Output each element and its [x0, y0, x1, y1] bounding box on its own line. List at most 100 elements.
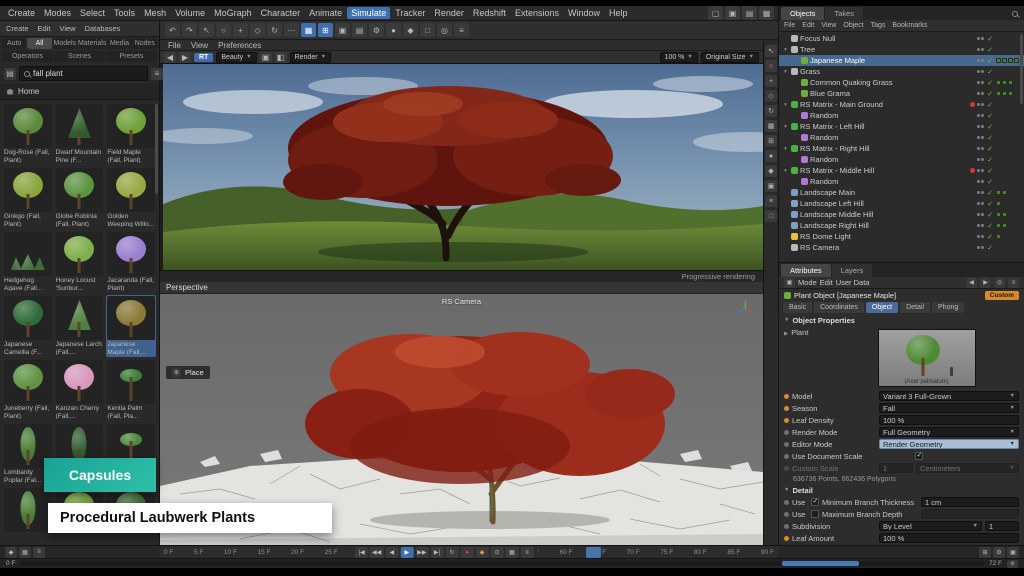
- side-tool-icon[interactable]: ▣: [765, 180, 777, 192]
- expander-icon[interactable]: ▾: [782, 47, 789, 53]
- render-pass-dropdown[interactable]: Beauty▼: [216, 52, 256, 63]
- toolbar-icon[interactable]: ⚙: [369, 23, 384, 37]
- render-mode-dropdown[interactable]: Full Geometry▼: [879, 427, 1019, 437]
- asset-subtab[interactable]: Operators: [2, 51, 53, 62]
- timeline-ruler[interactable]: 0 F5 F10 F15 F20 F25 F30 F35 F40 F45 F50…: [160, 545, 778, 558]
- toolbar-icon[interactable]: ◇: [250, 23, 265, 37]
- layout-icon[interactable]: ▢: [708, 6, 723, 20]
- menu-item[interactable]: Tools: [110, 7, 139, 19]
- nav-back-icon[interactable]: ◀: [966, 278, 977, 288]
- side-tool-icon[interactable]: ⊞: [765, 135, 777, 147]
- side-tool-icon[interactable]: ◇: [765, 90, 777, 102]
- asset-plant-item[interactable]: Kentia Palm (Fall, Pla...: [106, 359, 156, 421]
- zoom-dropdown[interactable]: 100 %▼: [660, 52, 698, 63]
- asset-plant-item[interactable]: Field Maple (Fall, Plant): [106, 103, 156, 165]
- mode-icon[interactable]: ▣: [784, 278, 795, 288]
- visibility-dots[interactable]: [977, 81, 984, 84]
- menu-item[interactable]: Mesh: [140, 7, 170, 19]
- enable-check[interactable]: ✓: [986, 35, 994, 43]
- object-property-tab[interactable]: Phong: [932, 302, 964, 313]
- asset-filter-tab[interactable]: Materials: [78, 38, 106, 49]
- transport-button[interactable]: |◀: [355, 547, 368, 558]
- material-tags[interactable]: [996, 91, 1021, 96]
- object-row[interactable]: Random ✓: [779, 176, 1024, 187]
- menu-item[interactable]: Window: [564, 7, 604, 19]
- enable-check[interactable]: ✓: [986, 112, 994, 120]
- min-thickness-checkbox[interactable]: [811, 498, 819, 506]
- side-tool-icon[interactable]: ◆: [765, 165, 777, 177]
- object-property-tab[interactable]: Object: [866, 302, 898, 313]
- transport-button[interactable]: ◀: [385, 547, 398, 558]
- attribute-tab[interactable]: Attributes: [781, 264, 831, 277]
- visibility-dots[interactable]: [977, 202, 984, 205]
- attribute-tab[interactable]: Layers: [832, 264, 873, 277]
- snapshot-icon[interactable]: ▣: [260, 52, 272, 63]
- layout-icon[interactable]: ▦: [759, 6, 774, 20]
- asset-plant-item[interactable]: Dog-Rose (Fall, Plant): [3, 103, 53, 165]
- timeline-right-icon[interactable]: ⊞: [979, 547, 991, 558]
- object-row[interactable]: Blue Grama ✓: [779, 88, 1024, 99]
- transport-button[interactable]: ▶: [400, 547, 413, 558]
- asset-filter-tab[interactable]: Models: [53, 38, 77, 49]
- visibility-dots[interactable]: [977, 92, 984, 95]
- om-menu-edit[interactable]: Edit: [802, 22, 814, 29]
- enable-check[interactable]: ✓: [986, 200, 994, 208]
- menu-item[interactable]: Simulate: [347, 7, 390, 19]
- range-thumb[interactable]: [782, 561, 859, 566]
- toolbar-icon[interactable]: ↶: [165, 23, 180, 37]
- toolbar-icon[interactable]: ⊞: [318, 23, 333, 37]
- asset-plant-item[interactable]: Kanzan Cherry (Fall,...: [55, 359, 105, 421]
- rv-forward-icon[interactable]: ▶: [179, 52, 191, 63]
- folder-icon[interactable]: ▤: [4, 68, 16, 80]
- visibility-dots[interactable]: [977, 59, 984, 62]
- side-tool-icon[interactable]: ●: [765, 150, 777, 162]
- asset-plant-item[interactable]: Jacaranda (Fall, Plant): [106, 231, 156, 293]
- object-property-tab[interactable]: Detail: [900, 302, 930, 313]
- asset-plant-item[interactable]: Ginkgo (Fall, Plant): [3, 167, 53, 229]
- toolbar-icon[interactable]: ↻: [267, 23, 282, 37]
- transport-button[interactable]: ◆: [476, 547, 489, 558]
- toolbar-icon[interactable]: ▦: [301, 23, 316, 37]
- enable-check[interactable]: ✓: [986, 189, 994, 197]
- timeline-left-icon[interactable]: ▦: [19, 547, 31, 558]
- custom-scale-unit-dropdown[interactable]: Centimeters▼: [916, 463, 1019, 473]
- timeline-left-icon[interactable]: ◆: [5, 547, 17, 558]
- visibility-dots[interactable]: [977, 235, 984, 238]
- visibility-dots[interactable]: [977, 103, 984, 106]
- object-row[interactable]: Focus Null ✓: [779, 33, 1024, 44]
- playhead[interactable]: [586, 547, 601, 558]
- object-row[interactable]: Landscape Right Hill ✓: [779, 220, 1024, 231]
- menu-item[interactable]: Tracker: [391, 7, 429, 19]
- asset-plant-item[interactable]: Japanese Larch (Fall,...: [55, 295, 105, 357]
- menu-databases[interactable]: Databases: [85, 24, 121, 33]
- menu-item[interactable]: MoGraph: [210, 7, 256, 19]
- object-manager-tab[interactable]: Takes: [825, 7, 863, 20]
- asset-plant-item[interactable]: Hedgehog Agave (Fall...: [3, 231, 53, 293]
- max-depth-field[interactable]: [921, 509, 1019, 519]
- place-tool-chip[interactable]: ⊕ Place: [166, 366, 210, 379]
- visibility-dots[interactable]: [977, 191, 984, 194]
- viewport-header[interactable]: Perspective: [160, 282, 763, 294]
- filter-icon[interactable]: ≡: [151, 68, 163, 80]
- object-row[interactable]: ▾ RS Matrix - Left Hill ✓: [779, 121, 1024, 132]
- asset-plant-item[interactable]: Dwarf Mountain Pine (F...: [55, 103, 105, 165]
- range-track[interactable]: [20, 561, 984, 566]
- enable-check[interactable]: ✓: [986, 156, 994, 164]
- enable-check[interactable]: ✓: [986, 211, 994, 219]
- side-tool-icon[interactable]: +: [765, 75, 777, 87]
- object-row[interactable]: RS Camera ✓: [779, 242, 1024, 253]
- max-depth-checkbox[interactable]: [811, 510, 819, 518]
- transport-button[interactable]: ▦: [506, 547, 519, 558]
- enable-check[interactable]: ✓: [986, 68, 994, 76]
- expander-icon[interactable]: ▾: [782, 102, 789, 108]
- enable-check[interactable]: ✓: [986, 145, 994, 153]
- visibility-dots[interactable]: [977, 147, 984, 150]
- visibility-dots[interactable]: [977, 213, 984, 216]
- enable-check[interactable]: ✓: [986, 222, 994, 230]
- toolbar-icon[interactable]: ↷: [182, 23, 197, 37]
- side-tool-icon[interactable]: ↖: [765, 45, 777, 57]
- transport-button[interactable]: ≡: [521, 547, 534, 558]
- visibility-dots[interactable]: [977, 114, 984, 117]
- user-data-menu[interactable]: User Data: [836, 278, 870, 287]
- object-row[interactable]: ▾ RS Matrix - Middle Hill ✓: [779, 165, 1024, 176]
